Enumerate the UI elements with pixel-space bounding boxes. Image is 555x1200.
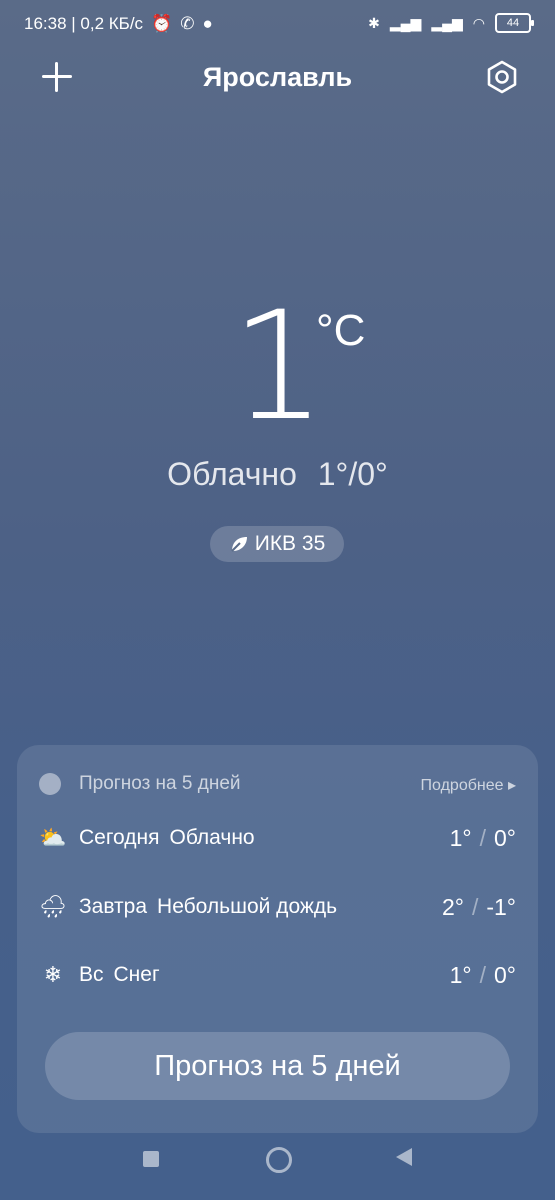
day-temps: 1°/0° (449, 824, 516, 851)
cloudy-sun-icon: ⛅ (39, 825, 67, 850)
signal-icon: ▂▄▆ (389, 14, 422, 31)
day-temps: 1°/0° (449, 961, 516, 988)
battery-icon: 44 (495, 13, 534, 33)
aqi-label: ИКВ 35 (254, 532, 326, 555)
day-temps: 2° / -1° (441, 893, 516, 920)
calendar-icon (39, 773, 61, 795)
day-low: 0° (494, 824, 516, 851)
condition-row: Облачно 1°/0° (0, 456, 555, 493)
forecast-header: Прогноз на 5 дней Подробнее ▸ (39, 771, 516, 799)
recents-button[interactable] (143, 1151, 159, 1167)
day-high: 1° (449, 824, 472, 851)
gear-icon (487, 60, 517, 94)
day-high: 1° (449, 961, 472, 988)
five-day-forecast-button[interactable]: Прогноз на 5 дней (45, 1032, 510, 1100)
day-condition: Небольшой дождь (157, 895, 338, 918)
top-bar: Ярославль (0, 50, 555, 106)
more-link[interactable]: Подробнее ▸ (421, 775, 516, 795)
status-bar: 16:38 | 0,2 КБ/с ⏰ ✆ ● ✱ ▂▄▆ ▂▄▆ ◠ 44 (0, 0, 555, 50)
forecast-row-tomorrow[interactable]: 🌧 Завтра Небольшой дождь 2° / -1° (39, 889, 516, 925)
chat-icon: ● (202, 14, 213, 33)
forecast-row-today[interactable]: ⛅ Сегодня Облачно 1°/0° (39, 820, 516, 856)
temperature-range: 1°/0° (317, 456, 388, 492)
temperature-value: 1 (230, 280, 326, 454)
alarm-icon: ⏰ (151, 14, 173, 33)
city-title: Ярославль (202, 62, 353, 92)
day-low: 0° (494, 961, 516, 988)
settings-button[interactable] (485, 60, 519, 94)
status-time: 16:38 | 0,2 КБ/с (24, 14, 144, 33)
leaf-icon (231, 537, 247, 552)
day-label: Завтра (79, 895, 148, 918)
day-high: 2° (441, 893, 464, 920)
whatsapp-icon: ✆ (180, 14, 195, 33)
current-temperature: 1 °C (0, 292, 555, 442)
home-button[interactable] (266, 1147, 292, 1173)
forecast-card: Прогноз на 5 дней Подробнее ▸ ⛅ Сегодня … (17, 745, 538, 1133)
condition-text: Облачно (167, 456, 297, 492)
temperature-unit: °C (316, 306, 366, 355)
bluetooth-icon: ✱ (368, 14, 380, 31)
rain-cloud-icon: 🌧 (39, 894, 67, 919)
aqi-badge[interactable]: ИКВ 35 (210, 526, 344, 562)
day-condition: Снег (113, 963, 160, 986)
forecast-title: Прогноз на 5 дней (79, 773, 241, 794)
forecast-row-sunday[interactable]: ❄ Вс Снег 1°/0° (39, 957, 516, 993)
day-condition: Облачно (169, 826, 255, 849)
day-low: -1° (486, 893, 516, 920)
signal-icon-2: ▂▄▆ (431, 14, 463, 31)
day-label: Вс (79, 963, 104, 986)
wifi-icon: ◠ (472, 14, 485, 31)
day-label: Сегодня (79, 826, 160, 849)
navigation-bar (0, 1134, 555, 1200)
back-button[interactable] (396, 1148, 412, 1166)
snowflake-icon: ❄ (43, 962, 63, 987)
